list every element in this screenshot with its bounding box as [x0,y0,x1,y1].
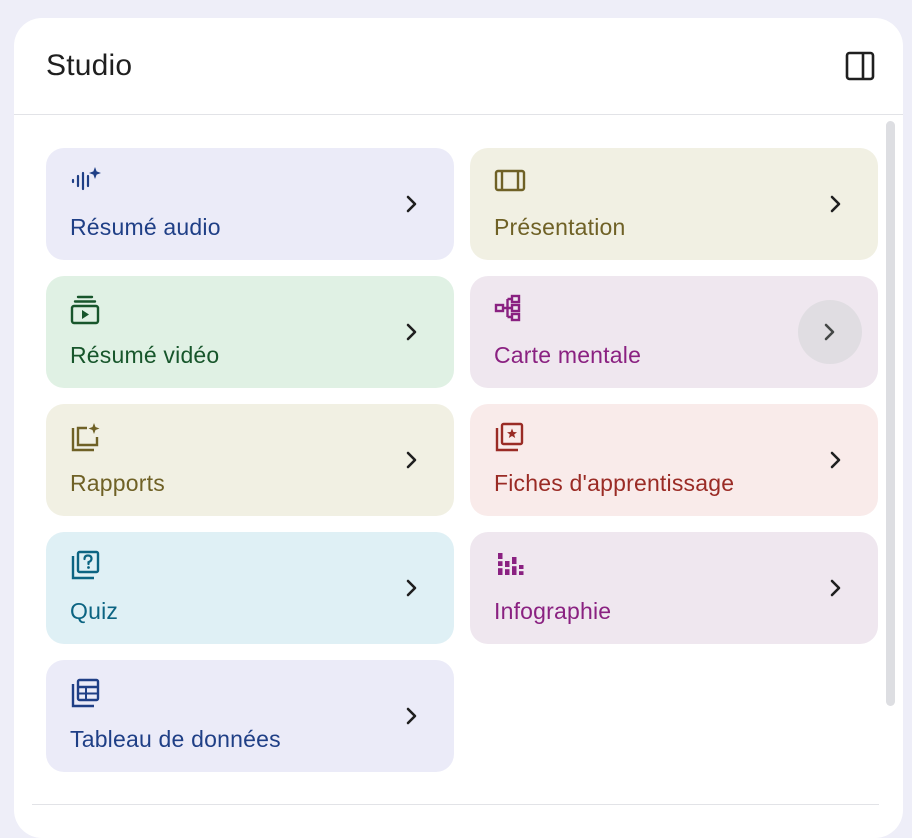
reports-sparkle-icon [71,423,100,452]
scrollbar[interactable] [886,121,895,706]
mind-map-icon [494,294,521,322]
open-button[interactable] [816,568,856,608]
card-resume-video[interactable]: Résumé vidéo [46,276,454,388]
card-infographie[interactable]: Infographie [470,532,878,644]
card-fiches-apprentissage[interactable]: Fiches d'apprentissage [470,404,878,516]
data-table-icon [71,678,100,708]
card-label: Quiz [70,598,119,624]
card-label: Infographie [494,598,612,624]
chevron-right-icon [830,451,841,469]
open-button[interactable] [816,440,856,480]
studio-header: Studio [14,18,903,115]
open-button[interactable] [392,696,432,736]
card-quiz[interactable]: Quiz [46,532,454,644]
slideshow-icon [494,169,526,192]
side-panel-icon [845,51,875,81]
video-library-icon [70,295,100,325]
chevron-right-icon [830,195,841,213]
open-button[interactable] [392,312,432,352]
card-resume-audio[interactable]: Résumé audio [46,148,454,260]
open-button[interactable] [392,440,432,480]
divider [32,804,879,805]
collapse-panel-button[interactable] [840,46,880,86]
open-button[interactable] [816,184,856,224]
card-presentation[interactable]: Présentation [470,148,878,260]
chevron-right-icon [406,323,417,341]
card-rapports[interactable]: Rapports [46,404,454,516]
chevron-right-icon [406,707,417,725]
card-label: Tableau de données [70,726,281,752]
card-carte-mentale[interactable]: Carte mentale [470,276,878,388]
card-label: Carte mentale [494,342,642,368]
infographic-icon [498,553,524,575]
quiz-icon [71,550,100,580]
card-label: Fiches d'apprentissage [494,470,735,496]
page-title: Studio [46,49,133,82]
chevron-right-icon [830,579,841,597]
open-button[interactable] [798,300,862,364]
studio-panel: Studio Résumé audio Présentation Résumé … [14,18,903,838]
card-label: Présentation [494,214,626,240]
open-button[interactable] [392,184,432,224]
open-button[interactable] [392,568,432,608]
card-label: Résumé vidéo [70,342,220,368]
chevron-right-icon [406,451,417,469]
audio-sparkle-icon [71,167,101,191]
chevron-right-icon [824,323,835,341]
card-label: Rapports [70,470,165,496]
flashcards-icon [495,422,524,452]
chevron-right-icon [406,195,417,213]
chevron-right-icon [406,579,417,597]
studio-cards-grid: Résumé audio Présentation Résumé vidéo C… [14,115,903,838]
card-label: Résumé audio [70,214,221,240]
card-tableau-donnees[interactable]: Tableau de données [46,660,454,772]
